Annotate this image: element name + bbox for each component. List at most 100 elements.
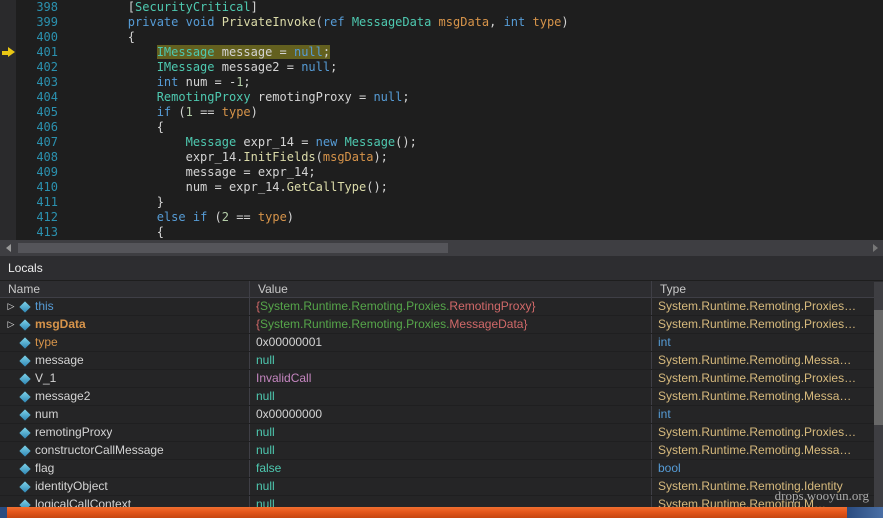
code-line-404[interactable]: 404 RemotingProxy remotingProxy = null;: [0, 90, 883, 105]
code-line-401[interactable]: 401 IMessage message = null;: [0, 45, 883, 60]
breakpoint-gutter[interactable]: [0, 90, 16, 105]
type-cell[interactable]: System.Runtime.Remoting.Proxies…: [652, 370, 883, 387]
column-header-type[interactable]: Type: [652, 281, 883, 297]
breakpoint-gutter[interactable]: [0, 60, 16, 75]
expander-icon[interactable]: ▷: [5, 316, 17, 333]
locals-vertical-scrollbar[interactable]: [874, 282, 883, 518]
breakpoint-gutter[interactable]: [0, 15, 16, 30]
type-cell[interactable]: int: [652, 406, 883, 423]
scroll-right-button[interactable]: [867, 240, 883, 256]
horizontal-scroll-thumb[interactable]: [18, 243, 448, 253]
value-cell[interactable]: null: [250, 442, 652, 459]
locals-row-V_1[interactable]: ▷V_1InvalidCallSystem.Runtime.Remoting.P…: [0, 370, 883, 388]
expander-icon[interactable]: ▷: [5, 298, 17, 315]
code-line-405[interactable]: 405 if (1 == type): [0, 105, 883, 120]
scroll-left-button[interactable]: [0, 240, 16, 256]
code-line-402[interactable]: 402 IMessage message2 = null;: [0, 60, 883, 75]
breakpoint-gutter[interactable]: [0, 210, 16, 225]
code-line-403[interactable]: 403 int num = -1;: [0, 75, 883, 90]
variable-name: message2: [35, 388, 90, 405]
code-text: message = expr_14;: [70, 165, 883, 180]
value-cell[interactable]: false: [250, 460, 652, 477]
name-cell[interactable]: ▷message: [0, 352, 250, 369]
locals-row-type[interactable]: ▷type0x00000001int: [0, 334, 883, 352]
type-cell[interactable]: System.Runtime.Remoting.Proxies…: [652, 424, 883, 441]
breakpoint-gutter[interactable]: [0, 135, 16, 150]
locals-row-message2[interactable]: ▷message2nullSystem.Runtime.Remoting.Mes…: [0, 388, 883, 406]
code-line-409[interactable]: 409 message = expr_14;: [0, 165, 883, 180]
value-cell[interactable]: InvalidCall: [250, 370, 652, 387]
name-cell[interactable]: ▷constructorCallMessage: [0, 442, 250, 459]
variable-name: this: [35, 298, 54, 315]
name-cell[interactable]: ▷identityObject: [0, 478, 250, 495]
vertical-scroll-thumb[interactable]: [874, 310, 883, 425]
code-editor[interactable]: 398 [SecurityCritical]399 private void P…: [0, 0, 883, 240]
type-cell[interactable]: System.Runtime.Remoting.Messa…: [652, 352, 883, 369]
code-line-408[interactable]: 408 expr_14.InitFields(msgData);: [0, 150, 883, 165]
code-line-398[interactable]: 398 [SecurityCritical]: [0, 0, 883, 15]
value-cell[interactable]: null: [250, 352, 652, 369]
locals-row-message[interactable]: ▷messagenullSystem.Runtime.Remoting.Mess…: [0, 352, 883, 370]
locals-row-remotingProxy[interactable]: ▷remotingProxynullSystem.Runtime.Remotin…: [0, 424, 883, 442]
locals-row-num[interactable]: ▷num0x00000000int: [0, 406, 883, 424]
column-header-name[interactable]: Name: [0, 281, 250, 297]
breakpoint-gutter[interactable]: [0, 195, 16, 210]
code-text: IMessage message = null;: [70, 45, 883, 60]
value-cell[interactable]: null: [250, 424, 652, 441]
locals-column-header-row: Name Value Type: [0, 281, 883, 298]
current-line-highlight: IMessage message = null;: [157, 45, 330, 59]
breakpoint-gutter[interactable]: [0, 120, 16, 135]
name-cell[interactable]: ▷ this: [0, 298, 250, 315]
editor-horizontal-scrollbar[interactable]: [0, 240, 883, 256]
code-line-399[interactable]: 399 private void PrivateInvoke(ref Messa…: [0, 15, 883, 30]
line-number: 398: [16, 0, 70, 15]
variable-name: V_1: [35, 370, 56, 387]
locals-row-this[interactable]: ▷ this {System.Runtime.Remoting.Proxies.Re…: [0, 298, 883, 316]
code-line-412[interactable]: 412 else if (2 == type): [0, 210, 883, 225]
value-cell[interactable]: {System.Runtime.Remoting.Proxies.Message…: [250, 316, 652, 333]
breakpoint-gutter[interactable]: [0, 225, 16, 240]
name-cell[interactable]: ▷V_1: [0, 370, 250, 387]
type-cell[interactable]: System.Runtime.Remoting.Messa…: [652, 442, 883, 459]
name-cell[interactable]: ▷num: [0, 406, 250, 423]
value-cell[interactable]: null: [250, 478, 652, 495]
value-cell[interactable]: 0x00000000: [250, 406, 652, 423]
code-line-407[interactable]: 407 Message expr_14 = new Message();: [0, 135, 883, 150]
breakpoint-gutter[interactable]: [0, 180, 16, 195]
breakpoint-gutter[interactable]: [0, 45, 16, 60]
name-cell[interactable]: ▷message2: [0, 388, 250, 405]
locals-row-constructorCallMessage[interactable]: ▷constructorCallMessagenullSystem.Runtim…: [0, 442, 883, 460]
code-line-411[interactable]: 411 }: [0, 195, 883, 210]
locals-row-flag[interactable]: ▷flagfalsebool: [0, 460, 883, 478]
code-line-410[interactable]: 410 num = expr_14.GetCallType();: [0, 180, 883, 195]
type-cell[interactable]: bool: [652, 460, 883, 477]
code-line-400[interactable]: 400 {: [0, 30, 883, 45]
breakpoint-gutter[interactable]: [0, 0, 16, 15]
type-cell[interactable]: System.Runtime.Remoting.Proxies…: [652, 316, 883, 333]
name-cell[interactable]: ▷remotingProxy: [0, 424, 250, 441]
code-token: msgData: [439, 15, 490, 29]
breakpoint-gutter[interactable]: [0, 150, 16, 165]
type-cell[interactable]: int: [652, 334, 883, 351]
type-cell[interactable]: System.Runtime.Remoting.Messa…: [652, 388, 883, 405]
type-cell[interactable]: System.Runtime.Remoting.Proxies…: [652, 298, 883, 315]
code-token: message2 =: [215, 60, 302, 74]
value-cell[interactable]: null: [250, 388, 652, 405]
code-line-413[interactable]: 413 {: [0, 225, 883, 240]
locals-row-msgData[interactable]: ▷msgData{System.Runtime.Remoting.Proxies…: [0, 316, 883, 334]
breakpoint-gutter[interactable]: [0, 105, 16, 120]
code-token: PrivateInvoke: [222, 15, 316, 29]
breakpoint-gutter[interactable]: [0, 75, 16, 90]
code-line-406[interactable]: 406 {: [0, 120, 883, 135]
value-cell[interactable]: {System.Runtime.Remoting.Proxies.Remotin…: [250, 298, 652, 315]
name-cell[interactable]: ▷flag: [0, 460, 250, 477]
breakpoint-gutter[interactable]: [0, 30, 16, 45]
value-cell[interactable]: 0x00000001: [250, 334, 652, 351]
locals-row-identityObject[interactable]: ▷identityObjectnullSystem.Runtime.Remoti…: [0, 478, 883, 496]
variable-icon: [19, 337, 30, 348]
name-cell[interactable]: ▷msgData: [0, 316, 250, 333]
name-cell[interactable]: ▷type: [0, 334, 250, 351]
bottom-bar-left-cap: [0, 507, 7, 518]
breakpoint-gutter[interactable]: [0, 165, 16, 180]
column-header-value[interactable]: Value: [250, 281, 652, 297]
